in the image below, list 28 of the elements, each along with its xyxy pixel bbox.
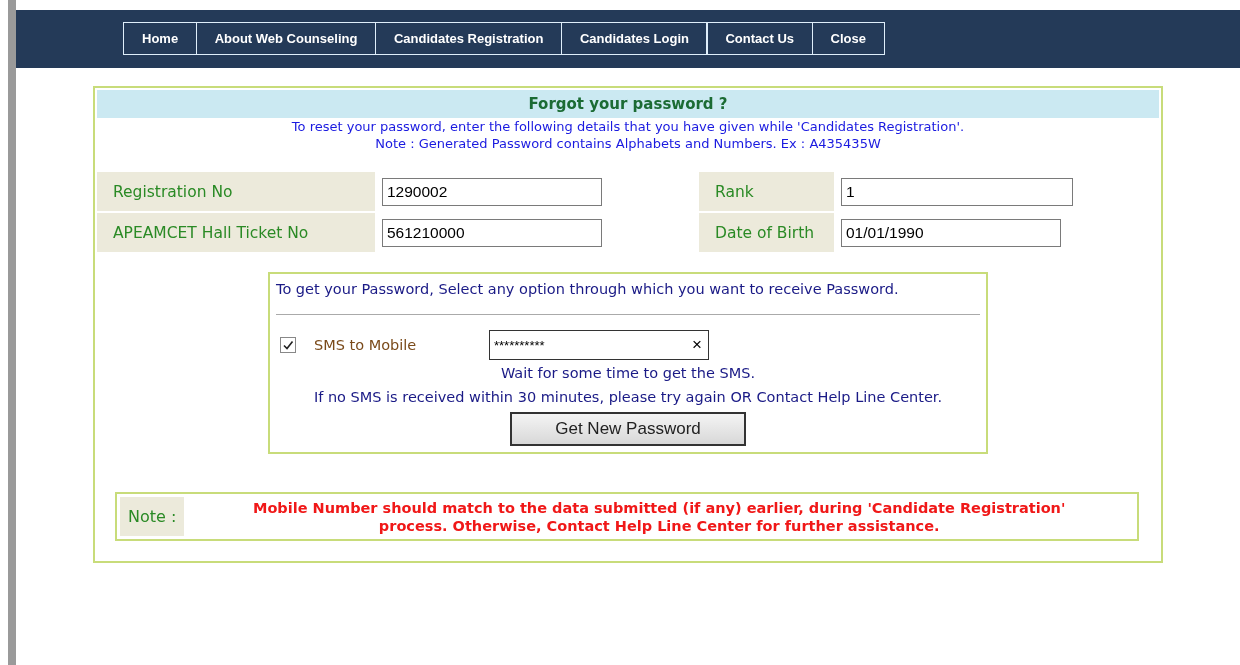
checkbox[interactable]: [280, 337, 296, 353]
note-label: Note :: [120, 497, 185, 536]
field-label: APEAMCET Hall Ticket No: [97, 213, 375, 252]
mobile-field[interactable]: ********** ×: [489, 330, 709, 360]
clear-button[interactable]: ×: [692, 335, 702, 355]
sms-label: SMS to Mobile: [314, 337, 418, 353]
input-field[interactable]: 561210000: [382, 218, 602, 247]
intro-text: Note : Generated Password contains Alphabets and Numbers. Ex : A435435W: [374, 135, 882, 152]
input-field[interactable]: 01/01/1990: [841, 218, 1061, 247]
info-text: If no SMS is received within 30 minutes, please try again OR Contact Help Line Center.: [312, 388, 944, 407]
options-heading: To get your Password, Select any option through which you want to receive Password.: [276, 280, 900, 299]
nav-link[interactable]: Candidates Registration: [374, 22, 563, 55]
nav-link[interactable]: Candidates Login: [560, 22, 708, 55]
input-field[interactable]: 1290002: [382, 177, 602, 206]
field-label: Registration No: [97, 172, 375, 211]
info-text: Wait for some time to get the SMS.: [499, 364, 757, 383]
input-field[interactable]: 1: [841, 177, 1073, 206]
nav-link[interactable]: About Web Counseling: [195, 22, 377, 55]
form-title: Forgot your password ?: [97, 90, 1159, 118]
nav-link[interactable]: Contact Us: [706, 22, 814, 55]
nav-link[interactable]: Close: [811, 22, 885, 55]
nav-link[interactable]: Home: [123, 22, 198, 55]
note-text: Mobile Number should match to the data submitted (if any) earlier, during 'Candidate Registration': [251, 498, 1067, 517]
field-label: Date of Birth: [699, 213, 834, 252]
get-password-button[interactable]: Get New Password: [510, 412, 746, 446]
field-label: Rank: [699, 172, 834, 211]
intro-text: To reset your password, enter the following details that you have given while 'Candidates Registration'.: [290, 118, 966, 135]
note-text: process. Otherwise, Contact Help Line Center for further assistance.: [377, 516, 941, 535]
